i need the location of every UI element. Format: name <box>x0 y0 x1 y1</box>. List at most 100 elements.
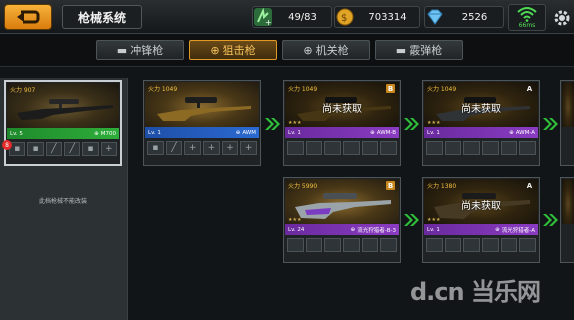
weapon-card-next[interactable] <box>560 177 574 263</box>
gold-coin-icon: $ <box>334 6 356 28</box>
rank-badge: A <box>526 181 533 190</box>
attachment-slot <box>463 238 481 252</box>
attachment-slot[interactable] <box>343 238 360 252</box>
svg-text:$: $ <box>341 13 347 24</box>
attachment-slot[interactable]: ╱ <box>63 142 81 156</box>
not-obtained-label: 尚未获取 <box>322 104 362 115</box>
upgrade-arrow-icon <box>404 118 419 130</box>
attachment-slot[interactable]: ▪ <box>27 142 44 156</box>
attachment-slot[interactable] <box>380 238 398 252</box>
rank-badge: B <box>386 181 395 190</box>
tab-sniper[interactable]: ⊕ 狙击枪 <box>189 40 277 60</box>
model-label: AWM <box>242 129 256 136</box>
not-obtained-label: 尚未获取 <box>461 201 501 212</box>
gear-icon[interactable] <box>552 8 572 28</box>
weapon-image: 火力 1049 A 尚未获取 ★★★ <box>424 82 538 127</box>
attachment-slot <box>463 141 481 155</box>
attachment-slot <box>343 141 360 155</box>
attachment-slots <box>287 238 398 252</box>
weapon-level-bar: Lv. 1 ⊕ AWM-A <box>424 127 538 138</box>
weapon-card-hunter-a[interactable]: 火力 1380 A 尚未获取 ★★★ Lv. 1 ⊕ 流光狩猎者-A <box>422 177 540 263</box>
add-attachment-slot[interactable]: + <box>221 141 239 155</box>
stamina-icon: + <box>252 6 274 28</box>
model-label: AWM-B <box>376 129 396 136</box>
attachment-slot[interactable] <box>287 238 304 252</box>
back-button[interactable] <box>4 4 52 30</box>
weapon-image: 火力 907 <box>7 83 119 128</box>
attachment-slot <box>361 141 379 155</box>
attachment-slots: ▪ ╱ + + + + <box>147 141 258 155</box>
level-label: Lv. 1 <box>288 129 301 136</box>
upgrade-arrow-icon <box>404 214 419 226</box>
tab-shotgun[interactable]: ▬ 霰弹枪 <box>375 40 463 60</box>
model-label: M700 <box>100 130 116 137</box>
weapon-image <box>562 179 574 224</box>
weapon-card-hunter-b3[interactable]: 火力 5990 B ★★★ Lv. 24 ⊕ 流光狩猎者-B-3 <box>283 177 401 263</box>
model-label: 流光狩猎者-A <box>501 227 535 234</box>
star-rating: ★★★ <box>427 217 441 223</box>
firepower-label: 火力 1049 <box>148 86 178 93</box>
attachment-slot <box>500 141 518 155</box>
level-label: Lv. 1 <box>427 226 440 233</box>
crosshair-icon: ⊕ <box>303 43 313 57</box>
attachment-slot[interactable] <box>361 238 379 252</box>
weapon-level-bar: Lv. 1 ⊕ 流光狩猎者-A <box>424 224 538 235</box>
tab-label: 霰弹枪 <box>409 44 443 57</box>
weapon-card-awm-b[interactable]: 火力 1049 B 尚未获取 ★★★ Lv. 1 ⊕ AWM-B <box>283 80 401 166</box>
add-attachment-slot[interactable]: + <box>184 141 202 155</box>
attachment-slot <box>482 238 499 252</box>
weapon-card-awm[interactable]: 火力 1049 Lv. 1 ⊕ AWM ▪ ╱ + + + + <box>143 80 261 166</box>
not-obtained-label: 尚未获取 <box>461 104 501 115</box>
add-attachment-slot[interactable]: + <box>240 141 258 155</box>
attachment-slot[interactable]: ▪ <box>82 142 99 156</box>
firepower-label: 火力 1049 <box>288 86 318 93</box>
network-status: 66ms <box>508 4 546 31</box>
diamond-value: 2526 <box>461 11 488 23</box>
crosshair-icon: ⊕ <box>350 226 356 233</box>
attachment-slot <box>444 238 462 252</box>
attachment-slot <box>500 238 518 252</box>
smg-icon: ▬ <box>116 43 128 57</box>
level-label: Lv. 1 <box>427 129 440 136</box>
rank-badge: B <box>386 84 395 93</box>
back-arrow-icon <box>17 10 40 24</box>
attachment-slots <box>287 141 398 155</box>
add-attachment-slot[interactable]: + <box>203 141 220 155</box>
stamina-counter[interactable]: + 49/83 <box>252 6 332 28</box>
attachment-slot <box>426 141 443 155</box>
model-label: 流光狩猎者-B-3 <box>357 227 396 234</box>
attachment-slot[interactable] <box>305 238 323 252</box>
attachment-slot <box>519 238 537 252</box>
level-label: Lv. 24 <box>288 226 305 233</box>
attachment-slots <box>426 238 537 252</box>
weapon-card-awm-a[interactable]: 火力 1049 A 尚未获取 ★★★ Lv. 1 ⊕ AWM-A <box>422 80 540 166</box>
rifle-icon <box>157 97 251 121</box>
weapon-card-next[interactable] <box>560 80 574 166</box>
star-rating: ★★★ <box>288 120 302 126</box>
tab-machine-gun[interactable]: ⊕ 机关枪 <box>282 40 370 60</box>
ping-value: 66ms <box>518 22 536 29</box>
level-label: Lv. 5 <box>10 130 23 137</box>
upgrade-arrow-icon <box>265 118 280 130</box>
weapon-card-m700[interactable]: 火力 907 Lv. 5 ⊕ M700 8 ▪ ▪ ╱ ╱ ▪ + <box>2 80 122 166</box>
weapon-image: 火力 1049 <box>145 82 259 127</box>
attachment-slot[interactable]: ╱ <box>45 142 62 156</box>
gold-counter[interactable]: $ 703314 <box>334 6 420 28</box>
attachment-slots <box>426 141 537 155</box>
tab-smg[interactable]: ▬ 冲锋枪 <box>96 40 184 60</box>
diamond-counter[interactable]: 2526 <box>424 6 504 28</box>
attachment-slot[interactable] <box>324 238 342 252</box>
upgrade-arrow-icon <box>543 214 558 226</box>
crosshair-icon: ⊕ <box>235 129 241 136</box>
attachment-slot[interactable]: ▪ <box>147 141 164 155</box>
top-bar: 枪械系统 + 49/83 $ 703314 2526 66ms <box>0 0 574 34</box>
attachment-slot <box>305 141 323 155</box>
diamond-icon <box>424 6 446 28</box>
level-label: Lv. 1 <box>148 129 161 136</box>
wifi-icon <box>517 7 537 22</box>
attachment-slots: ▪ ▪ ╱ ╱ ▪ + <box>9 142 117 156</box>
firepower-label: 火力 5990 <box>288 183 318 190</box>
add-attachment-slot[interactable]: + <box>100 142 117 156</box>
attachment-slot[interactable]: ╱ <box>165 141 183 155</box>
weapon-level-bar: Lv. 1 ⊕ AWM <box>145 127 259 138</box>
